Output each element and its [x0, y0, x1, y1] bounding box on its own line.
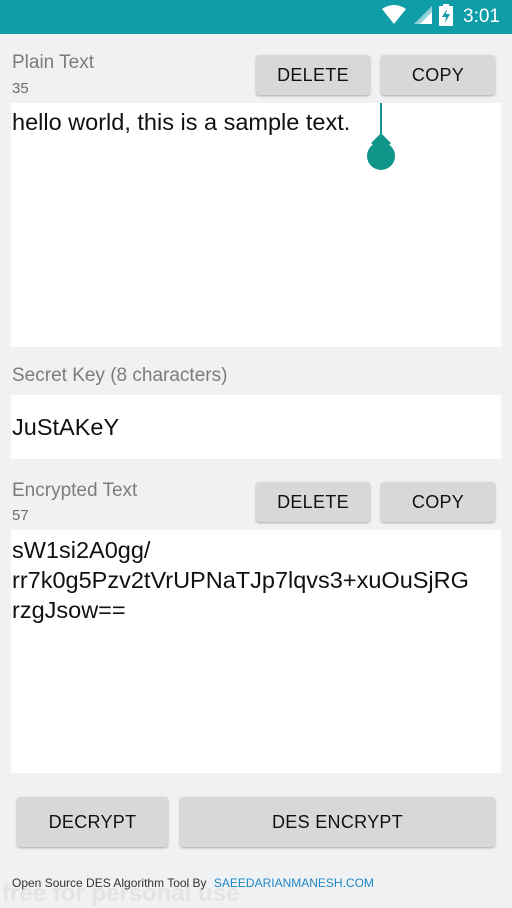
- status-bar: 3:01: [0, 0, 512, 34]
- signal-icon: [413, 5, 433, 30]
- plain-copy-button[interactable]: COPY: [381, 55, 495, 95]
- footer-text: Open Source DES Algorithm Tool By: [12, 876, 207, 890]
- wifi-icon: [381, 4, 407, 30]
- secret-key-value: JuStAKeY: [12, 414, 120, 440]
- encrypted-line-2: rr7k0g5Pzv2tVrUPNaTJp7lqvs3+xuOuSjRG: [12, 567, 469, 593]
- decrypt-button[interactable]: DECRYPT: [17, 797, 168, 847]
- plain-text-label: Plain Text: [12, 52, 95, 73]
- encrypted-copy-button[interactable]: COPY: [381, 482, 495, 522]
- clock: 3:01: [463, 6, 500, 27]
- encrypted-text-input[interactable]: sW1si2A0gg/ rr7k0g5Pzv2tVrUPNaTJp7lqvs3+…: [11, 530, 501, 773]
- encrypted-text-label: Encrypted Text: [12, 480, 138, 501]
- secret-key-input[interactable]: JuStAKeY: [11, 395, 501, 459]
- footer-link[interactable]: SAEEDARIANMANESH.COM: [214, 876, 374, 890]
- battery-charging-icon: [439, 3, 454, 31]
- encrypted-line-3: rzgJsow==: [12, 597, 126, 623]
- des-encrypt-button[interactable]: DES ENCRYPT: [180, 797, 495, 847]
- encrypted-line-1: sW1si2A0gg/: [12, 537, 151, 563]
- secret-key-label: Secret Key (8 characters): [12, 365, 228, 386]
- cursor-handle[interactable]: [367, 142, 395, 170]
- status-icons: 3:01: [381, 3, 500, 31]
- plain-text-input[interactable]: hello world, this is a sample text.: [11, 103, 501, 347]
- encrypted-text-count: 57: [12, 507, 29, 524]
- footer: Open Source DES Algorithm Tool By SAEEDA…: [12, 876, 374, 890]
- plain-delete-button[interactable]: DELETE: [256, 55, 370, 95]
- plain-text-count: 35: [12, 80, 29, 97]
- plain-text-value: hello world, this is a sample text.: [12, 109, 351, 135]
- encrypted-delete-button[interactable]: DELETE: [256, 482, 370, 522]
